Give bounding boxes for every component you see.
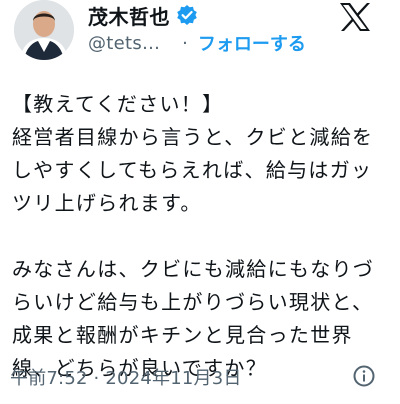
verified-badge-icon (176, 4, 198, 26)
tweet-line: みなさんは、クビにも減給にもなりづ (12, 257, 375, 281)
follow-button[interactable]: フォローする (198, 30, 306, 56)
tweet-text: 【教えてください！】 経営者目線から言うと、クビと減給を しやすくしてもらえれば… (12, 88, 392, 385)
tweet-timestamp[interactable]: 午前7:52 · 2024年11月3日 (10, 364, 242, 390)
tweet-line: 【教えてください！】 (12, 92, 224, 116)
name-row: 茂木哲也 (88, 1, 198, 30)
avatar[interactable] (14, 0, 74, 60)
avatar-image (14, 0, 74, 60)
x-logo-icon[interactable] (338, 2, 372, 32)
tweet-line: しやすくしてもらえれば、給与はガッ (12, 158, 373, 182)
tweet-meta: 午前7:52 · 2024年11月3日 (10, 362, 390, 392)
tweet-line: ツリ上げられます。 (12, 191, 202, 215)
handle-row: @tets... · フォローする (88, 30, 306, 56)
tweet-line: らいけど給与も上がりづらい現状と、 (12, 290, 374, 314)
display-name[interactable]: 茂木哲也 (88, 1, 170, 30)
info-icon[interactable] (352, 364, 376, 388)
tweet-header: 茂木哲也 @tets... · フォローする (0, 0, 400, 66)
separator-dot: · (182, 32, 188, 54)
tweet-card: 茂木哲也 @tets... · フォローする 【教えてください！】 経営者目線か… (0, 0, 400, 404)
tweet-line: 成果と報酬がキチンと見合った世界 (12, 323, 353, 347)
user-handle[interactable]: @tets... (88, 33, 160, 54)
tweet-line-blank (12, 220, 392, 253)
tweet-line: 経営者目線から言うと、クビと減給を (12, 125, 374, 149)
